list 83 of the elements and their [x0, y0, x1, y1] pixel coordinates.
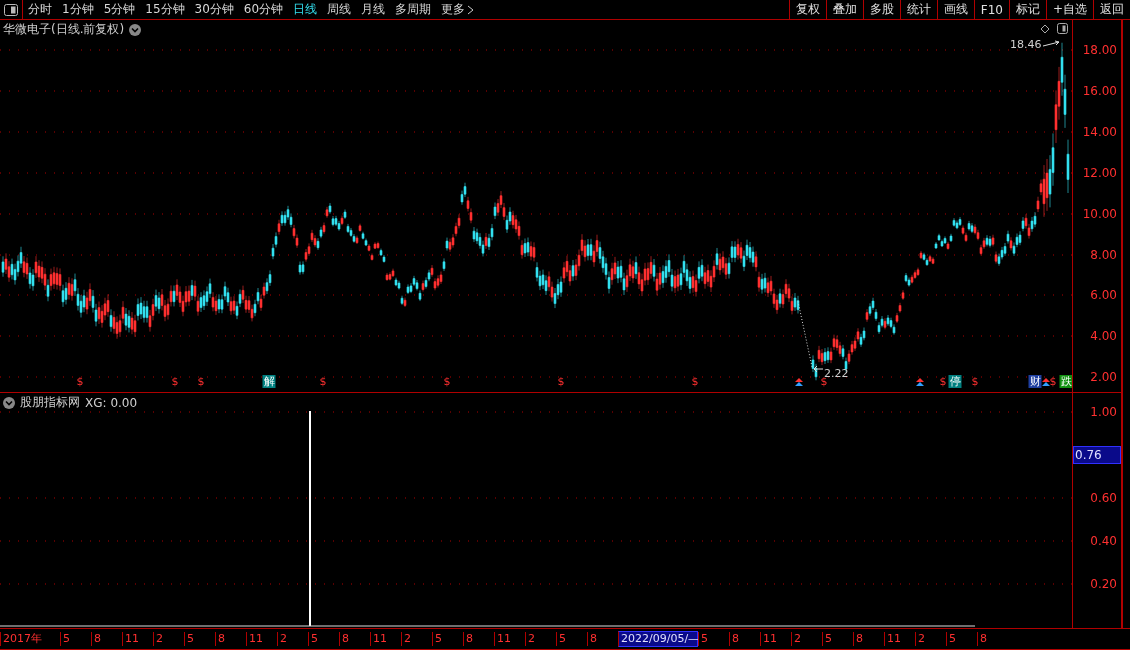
period-tab[interactable]: 30分钟: [189, 0, 239, 19]
period-tab[interactable]: 15分钟: [140, 0, 190, 19]
event-marker: 财: [1028, 375, 1042, 388]
date-label: 2017年: [0, 632, 60, 646]
indicator-title: 股朋指标网: [20, 394, 80, 411]
period-tab[interactable]: 日线: [288, 0, 323, 19]
arrow-icon: [813, 365, 823, 373]
up-arrow-icon: [916, 378, 924, 386]
cursor-value: 0.76: [1073, 446, 1121, 464]
up-arrow-icon: [1042, 378, 1050, 386]
axis-label: 2.00: [1090, 370, 1117, 384]
signal-marker: $: [970, 375, 980, 388]
chart-title: 华微电子(日线.前复权): [3, 21, 125, 38]
period-tab[interactable]: 分时: [23, 0, 57, 19]
date-label: 5: [60, 632, 91, 646]
signal-marker: $: [196, 375, 206, 388]
panel-toggle-icon[interactable]: [1057, 23, 1068, 34]
cursor-date: 2022/09/05/—: [618, 631, 698, 647]
date-label: 8: [463, 632, 494, 646]
axis-label: 14.00: [1082, 125, 1117, 139]
axis-label: 18.00: [1082, 43, 1117, 57]
date-label: 8: [977, 632, 1008, 646]
date-label: 5: [698, 632, 729, 646]
signal-marker: $: [442, 375, 452, 388]
axis-label: 12.00: [1082, 166, 1117, 180]
period-tab[interactable]: 周线: [322, 0, 357, 19]
axis-label: 4.00: [1090, 329, 1117, 343]
arrow-icon: [1043, 40, 1061, 48]
date-label: 5: [556, 632, 587, 646]
diamond-icon[interactable]: [1040, 24, 1050, 34]
date-label: 8: [729, 632, 760, 646]
period-tab[interactable]: 更多: [436, 0, 480, 19]
date-label: 8: [339, 632, 370, 646]
signal-marker: $: [938, 375, 948, 388]
signal-marker: $: [318, 375, 328, 388]
date-label: 2: [525, 632, 556, 646]
axis-label: 10.00: [1082, 207, 1117, 221]
dropdown-icon[interactable]: [3, 396, 15, 409]
date-label: 2: [791, 632, 822, 646]
signal-marker: $: [1048, 375, 1058, 388]
date-label: 8: [853, 632, 884, 646]
date-label: 11: [760, 632, 791, 646]
axis-label: 0.20: [1090, 577, 1117, 591]
date-label: 5: [184, 632, 215, 646]
axis-label: 1.00: [1090, 405, 1117, 419]
axis-label: 16.00: [1082, 84, 1117, 98]
period-tab[interactable]: 月线: [356, 0, 391, 19]
period-tab[interactable]: 1分钟: [57, 0, 99, 19]
period-tab[interactable]: 多周期: [390, 0, 437, 19]
period-tab[interactable]: 60分钟: [238, 0, 289, 19]
panel-toggle-icon[interactable]: [4, 3, 18, 16]
date-label: 5: [308, 632, 339, 646]
date-label: 2: [915, 632, 946, 646]
date-label: 5: [822, 632, 853, 646]
date-label: 11: [370, 632, 401, 646]
signal-marker: $: [690, 375, 700, 388]
date-label: 2: [277, 632, 308, 646]
date-label: 11: [246, 632, 277, 646]
date-label: 2: [153, 632, 184, 646]
date-label: 5: [946, 632, 977, 646]
axis-label: 0.40: [1090, 534, 1117, 548]
signal-marker: $: [75, 375, 85, 388]
axis-label: 0.60: [1090, 491, 1117, 505]
high-price-label: 18.46: [1010, 38, 1042, 51]
date-label: 11: [494, 632, 525, 646]
signal-marker: $: [170, 375, 180, 388]
date-label: 2: [401, 632, 432, 646]
period-tab[interactable]: 5分钟: [98, 0, 141, 19]
event-marker: 解: [262, 375, 276, 388]
axis-label: 8.00: [1090, 248, 1117, 262]
date-label: 8: [91, 632, 122, 646]
date-label: 5: [432, 632, 463, 646]
up-arrow-icon: [795, 378, 803, 386]
event-marker: 跌: [1059, 375, 1072, 388]
date-label: 11: [122, 632, 153, 646]
axis-label: 6.00: [1090, 288, 1117, 302]
indicator-reading: XG: 0.00: [85, 395, 138, 410]
date-label: 11: [884, 632, 915, 646]
chevron-right-icon: [467, 4, 475, 15]
dropdown-icon[interactable]: [129, 23, 142, 36]
date-label: 8: [215, 632, 246, 646]
event-marker: 停: [948, 375, 962, 388]
signal-marker: $: [556, 375, 566, 388]
